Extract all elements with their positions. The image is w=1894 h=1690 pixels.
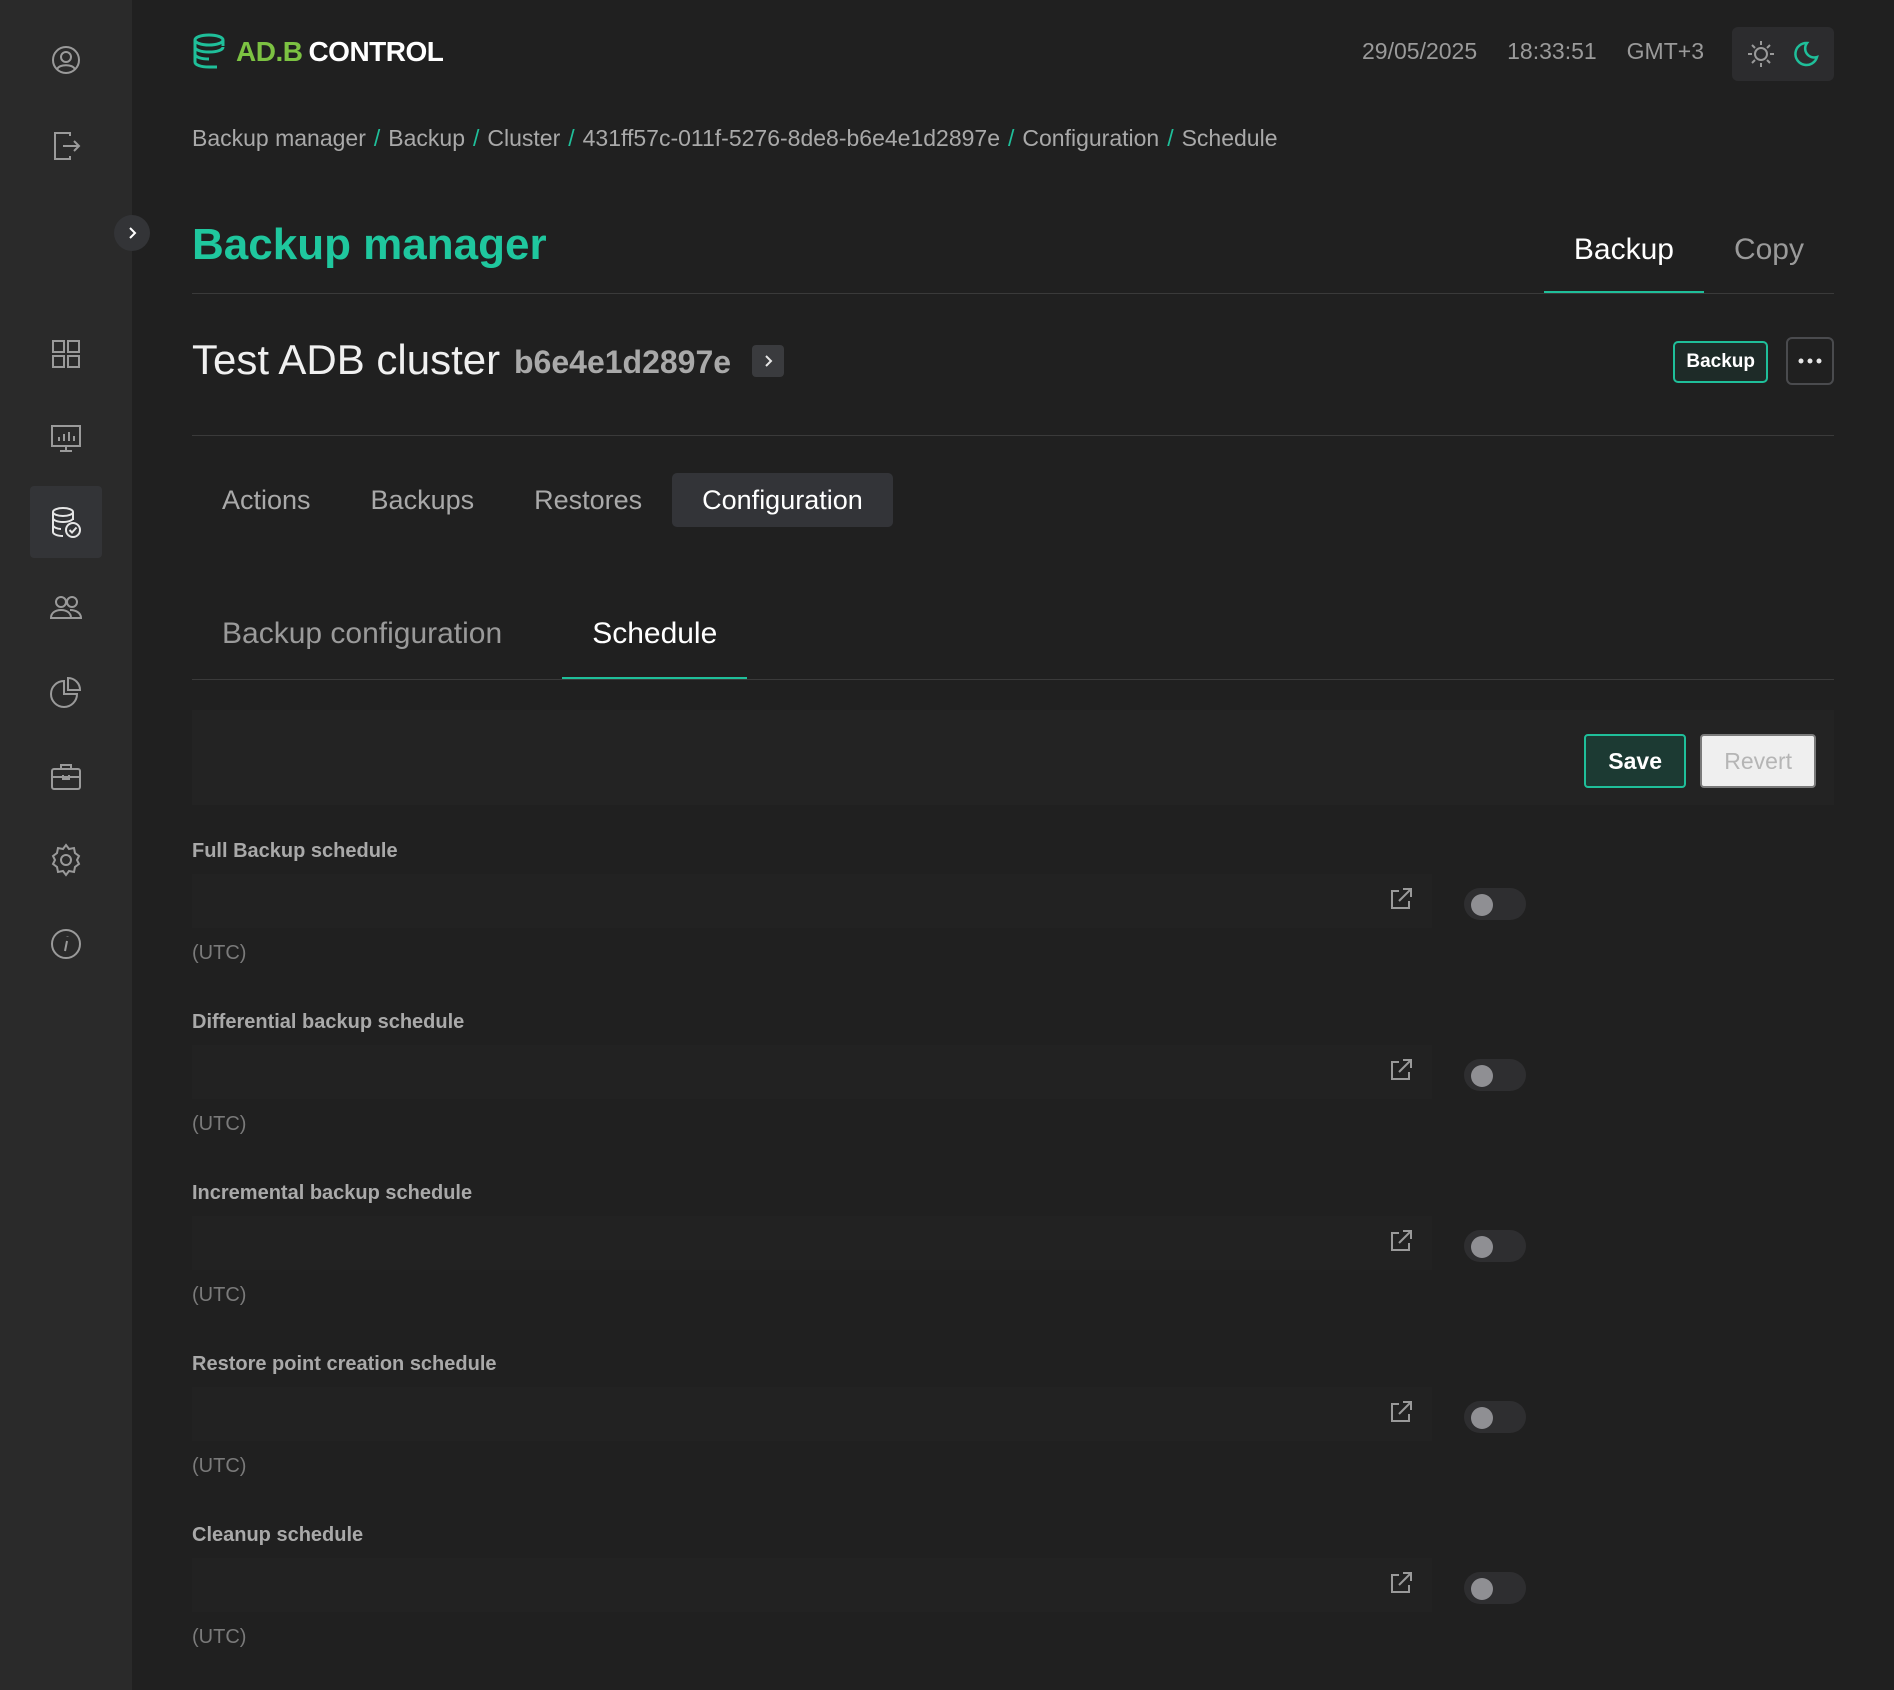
chevron-right-icon xyxy=(765,355,773,367)
current-time: 18:33:51 xyxy=(1507,38,1597,64)
database-logo-icon xyxy=(193,33,225,69)
moon-icon[interactable] xyxy=(1791,39,1821,69)
theme-switch xyxy=(1732,27,1834,81)
schedule-toggle[interactable] xyxy=(1464,1572,1526,1604)
toolbox-icon[interactable] xyxy=(30,740,102,812)
schedule-timezone: (UTC) xyxy=(192,1113,247,1135)
divider xyxy=(192,679,1834,680)
tab-restores[interactable]: Restores xyxy=(504,473,672,527)
external-link-icon[interactable] xyxy=(1386,1055,1416,1085)
breadcrumb-item[interactable]: Backup manager xyxy=(192,125,366,152)
schedule-incremental: Incremental backup schedule (UTC) xyxy=(192,1182,1834,1322)
external-link-icon[interactable] xyxy=(1386,1226,1416,1256)
tab-backup-configuration[interactable]: Backup configuration xyxy=(192,610,532,680)
backup-badge: Backup xyxy=(1673,341,1768,383)
breadcrumb-item[interactable]: Configuration xyxy=(1022,125,1159,152)
schedule-input[interactable] xyxy=(192,1558,1432,1612)
tab-backups[interactable]: Backups xyxy=(341,473,505,527)
user-icon[interactable] xyxy=(30,24,102,96)
tab-actions[interactable]: Actions xyxy=(192,473,341,527)
schedule-timezone: (UTC) xyxy=(192,1455,247,1477)
breadcrumb-item[interactable]: Cluster xyxy=(487,125,560,152)
schedule-toggle[interactable] xyxy=(1464,1059,1526,1091)
schedule-input[interactable] xyxy=(192,874,1432,928)
cluster-name: Test ADB cluster xyxy=(192,336,501,383)
schedule-label: Restore point creation schedule xyxy=(192,1353,497,1375)
logo-text-control: CONTROL xyxy=(308,36,444,67)
cluster-details-button[interactable] xyxy=(752,345,784,377)
schedule-differential: Differential backup schedule (UTC) xyxy=(192,1011,1834,1151)
divider xyxy=(192,293,1834,294)
logo-text-adb: AD.B xyxy=(236,36,303,67)
breadcrumb-item[interactable]: 431ff57c-011f-5276-8de8-b6e4e1d2897e xyxy=(583,125,1000,152)
external-link-icon[interactable] xyxy=(1386,1397,1416,1427)
logout-icon[interactable] xyxy=(30,110,102,182)
schedule-input[interactable] xyxy=(192,1045,1432,1099)
backup-icon[interactable] xyxy=(30,486,102,558)
breadcrumb-item-current: Schedule xyxy=(1181,125,1278,151)
tab-schedule[interactable]: Schedule xyxy=(562,610,748,680)
app-logo[interactable]: AD.B CONTROL xyxy=(192,30,444,74)
schedule-cleanup: Cleanup schedule (UTC) xyxy=(192,1524,1834,1664)
more-actions-button[interactable] xyxy=(1786,337,1834,385)
divider xyxy=(192,435,1834,436)
section-tabs: Actions Backups Restores Configuration xyxy=(192,473,893,527)
schedule-timezone: (UTC) xyxy=(192,942,247,964)
main-content: AD.B CONTROL 29/05/2025 18:33:51 GMT+3 Ba… xyxy=(192,0,1834,1690)
external-link-icon[interactable] xyxy=(1386,884,1416,914)
top-tabs: Backup Copy xyxy=(1543,215,1834,294)
schedule-full: Full Backup schedule (UTC) xyxy=(192,840,1834,980)
datetime: 29/05/2025 18:33:51 GMT+3 xyxy=(1362,38,1704,65)
sun-icon[interactable] xyxy=(1746,39,1776,69)
tab-copy[interactable]: Copy xyxy=(1704,215,1834,294)
config-tabs: Backup configuration Schedule xyxy=(192,610,777,680)
breadcrumb: Backup manager / Backup / Cluster/ 431ff57… xyxy=(192,125,1278,152)
schedule-label: Cleanup schedule xyxy=(192,1524,364,1546)
schedule-label: Differential backup schedule xyxy=(192,1011,465,1033)
sidebar-expand-button[interactable] xyxy=(114,215,150,251)
schedule-toggle[interactable] xyxy=(1464,1401,1526,1433)
schedule-input[interactable] xyxy=(192,1216,1432,1270)
schedule-label: Full Backup schedule xyxy=(192,840,398,862)
settings-icon[interactable] xyxy=(30,824,102,896)
revert-button[interactable]: Revert xyxy=(1700,734,1816,788)
timezone: GMT+3 xyxy=(1626,38,1704,64)
schedule-toggle[interactable] xyxy=(1464,888,1526,920)
cluster-id: b6e4e1d2897e xyxy=(514,344,732,380)
page-title: Backup manager xyxy=(192,220,547,269)
analytics-icon[interactable] xyxy=(30,656,102,728)
dashboard-icon[interactable] xyxy=(30,318,102,390)
schedule-restore-point: Restore point creation schedule (UTC) xyxy=(192,1353,1834,1493)
schedule-timezone: (UTC) xyxy=(192,1284,247,1306)
monitoring-icon[interactable] xyxy=(30,402,102,474)
schedule-timezone: (UTC) xyxy=(192,1626,247,1648)
tab-configuration[interactable]: Configuration xyxy=(672,473,893,527)
users-icon[interactable] xyxy=(30,572,102,644)
more-dots-icon xyxy=(1798,358,1822,364)
schedule-input[interactable] xyxy=(192,1387,1432,1441)
save-button[interactable]: Save xyxy=(1584,734,1686,788)
action-bar: Save Revert xyxy=(192,710,1834,805)
schedule-label: Incremental backup schedule xyxy=(192,1182,473,1204)
cluster-header: Test ADB cluster b6e4e1d2897e Backup xyxy=(192,330,1834,390)
info-icon[interactable] xyxy=(30,908,102,980)
tab-backup[interactable]: Backup xyxy=(1543,215,1705,294)
current-date: 29/05/2025 xyxy=(1362,38,1478,64)
schedule-toggle[interactable] xyxy=(1464,1230,1526,1262)
breadcrumb-item[interactable]: Backup xyxy=(388,125,465,152)
sidebar xyxy=(0,0,150,1690)
external-link-icon[interactable] xyxy=(1386,1568,1416,1598)
